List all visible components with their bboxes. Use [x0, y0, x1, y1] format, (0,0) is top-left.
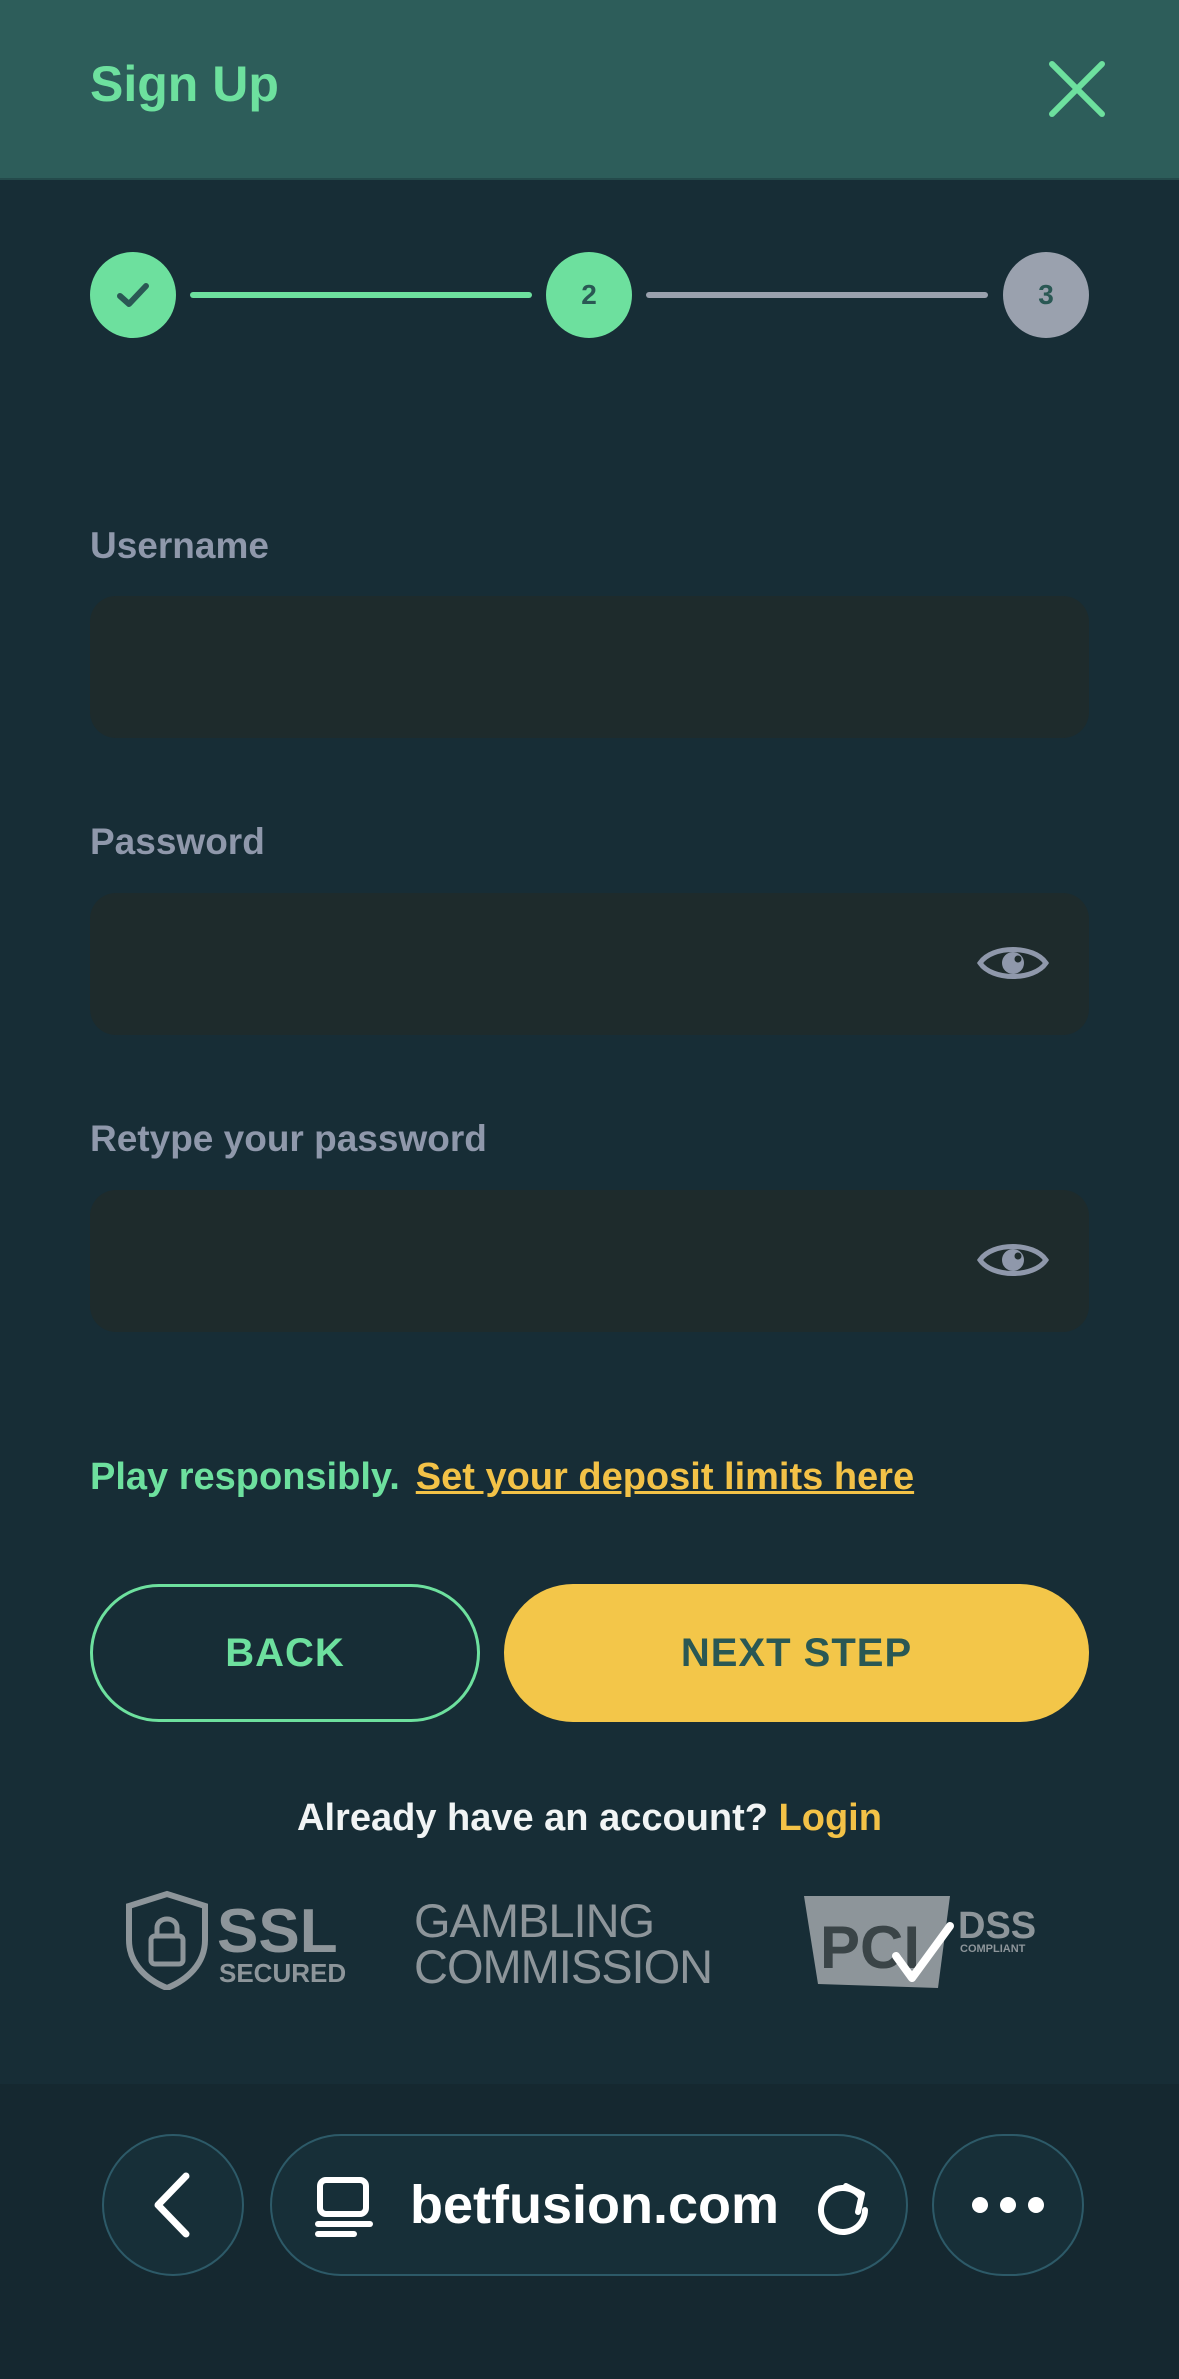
- trust-badges: SSL SECURED GAMBLING COMMISSION PCI DSS …: [0, 1890, 1179, 2000]
- login-link[interactable]: Login: [779, 1797, 882, 1839]
- login-prompt: Already have an account? Login: [0, 1797, 1179, 1840]
- password-input[interactable]: [90, 893, 1089, 1035]
- responsible-gaming-notice: Play responsibly. Set your deposit limits…: [90, 1456, 914, 1499]
- back-button[interactable]: BACK: [90, 1584, 480, 1722]
- more-icon: [972, 2197, 1044, 2213]
- pci-sub-text: COMPLIANT: [960, 1943, 1026, 1955]
- browser-toolbar: betfusion.com: [0, 2084, 1179, 2379]
- next-step-button[interactable]: NEXT STEP: [504, 1584, 1089, 1722]
- modal-header: Sign Up: [0, 0, 1179, 180]
- ssl-sub-text: SECURED: [219, 1958, 346, 1988]
- eye-icon[interactable]: [976, 940, 1050, 986]
- close-button[interactable]: [1040, 52, 1114, 126]
- step-3-label: 3: [1038, 279, 1054, 310]
- shield-lock-icon: [126, 1890, 208, 1992]
- more-options-button[interactable]: [932, 2134, 1084, 2276]
- retype-password-label: Retype your password: [90, 1118, 487, 1159]
- step-2-active: 2: [546, 252, 632, 338]
- address-bar[interactable]: betfusion.com: [270, 2134, 908, 2276]
- gambling-commission-line1: GAMBLING: [414, 1894, 655, 1947]
- responsible-gaming-text: Play responsibly.: [90, 1456, 400, 1498]
- ssl-secured-badge: SSL SECURED: [125, 1890, 347, 1995]
- progress-stepper: 2 3: [0, 252, 1179, 342]
- ssl-main-text: SSL: [217, 1897, 338, 1966]
- close-icon: [1049, 61, 1105, 117]
- pci-dss-text: DSS: [958, 1905, 1036, 1947]
- url-text: betfusion.com: [410, 2175, 780, 2235]
- step-connector-2: [646, 292, 988, 298]
- username-label: Username: [90, 525, 269, 566]
- gambling-commission-line2: COMMISSION: [414, 1940, 713, 1993]
- password-label: Password: [90, 821, 265, 862]
- step-1-completed: [90, 252, 176, 338]
- check-icon: [117, 283, 149, 307]
- chevron-left-icon: [154, 2172, 190, 2238]
- tabs-icon[interactable]: [314, 2176, 374, 2238]
- pci-dss-badge: PCI DSS COMPLIANT: [800, 1890, 1060, 1995]
- step-connector-1: [190, 292, 532, 298]
- eye-icon[interactable]: [976, 1237, 1050, 1283]
- step-2-label: 2: [581, 279, 597, 310]
- browser-back-button[interactable]: [102, 2134, 244, 2276]
- reload-icon[interactable]: [812, 2176, 874, 2238]
- step-3-upcoming: 3: [1003, 252, 1089, 338]
- page-title: Sign Up: [90, 56, 279, 112]
- gambling-commission-badge: GAMBLING COMMISSION: [414, 1894, 713, 1993]
- login-prompt-text: Already have an account?: [297, 1797, 768, 1839]
- deposit-limits-link[interactable]: Set your deposit limits here: [416, 1456, 914, 1498]
- username-input[interactable]: [90, 596, 1089, 738]
- retype-password-input[interactable]: [90, 1190, 1089, 1332]
